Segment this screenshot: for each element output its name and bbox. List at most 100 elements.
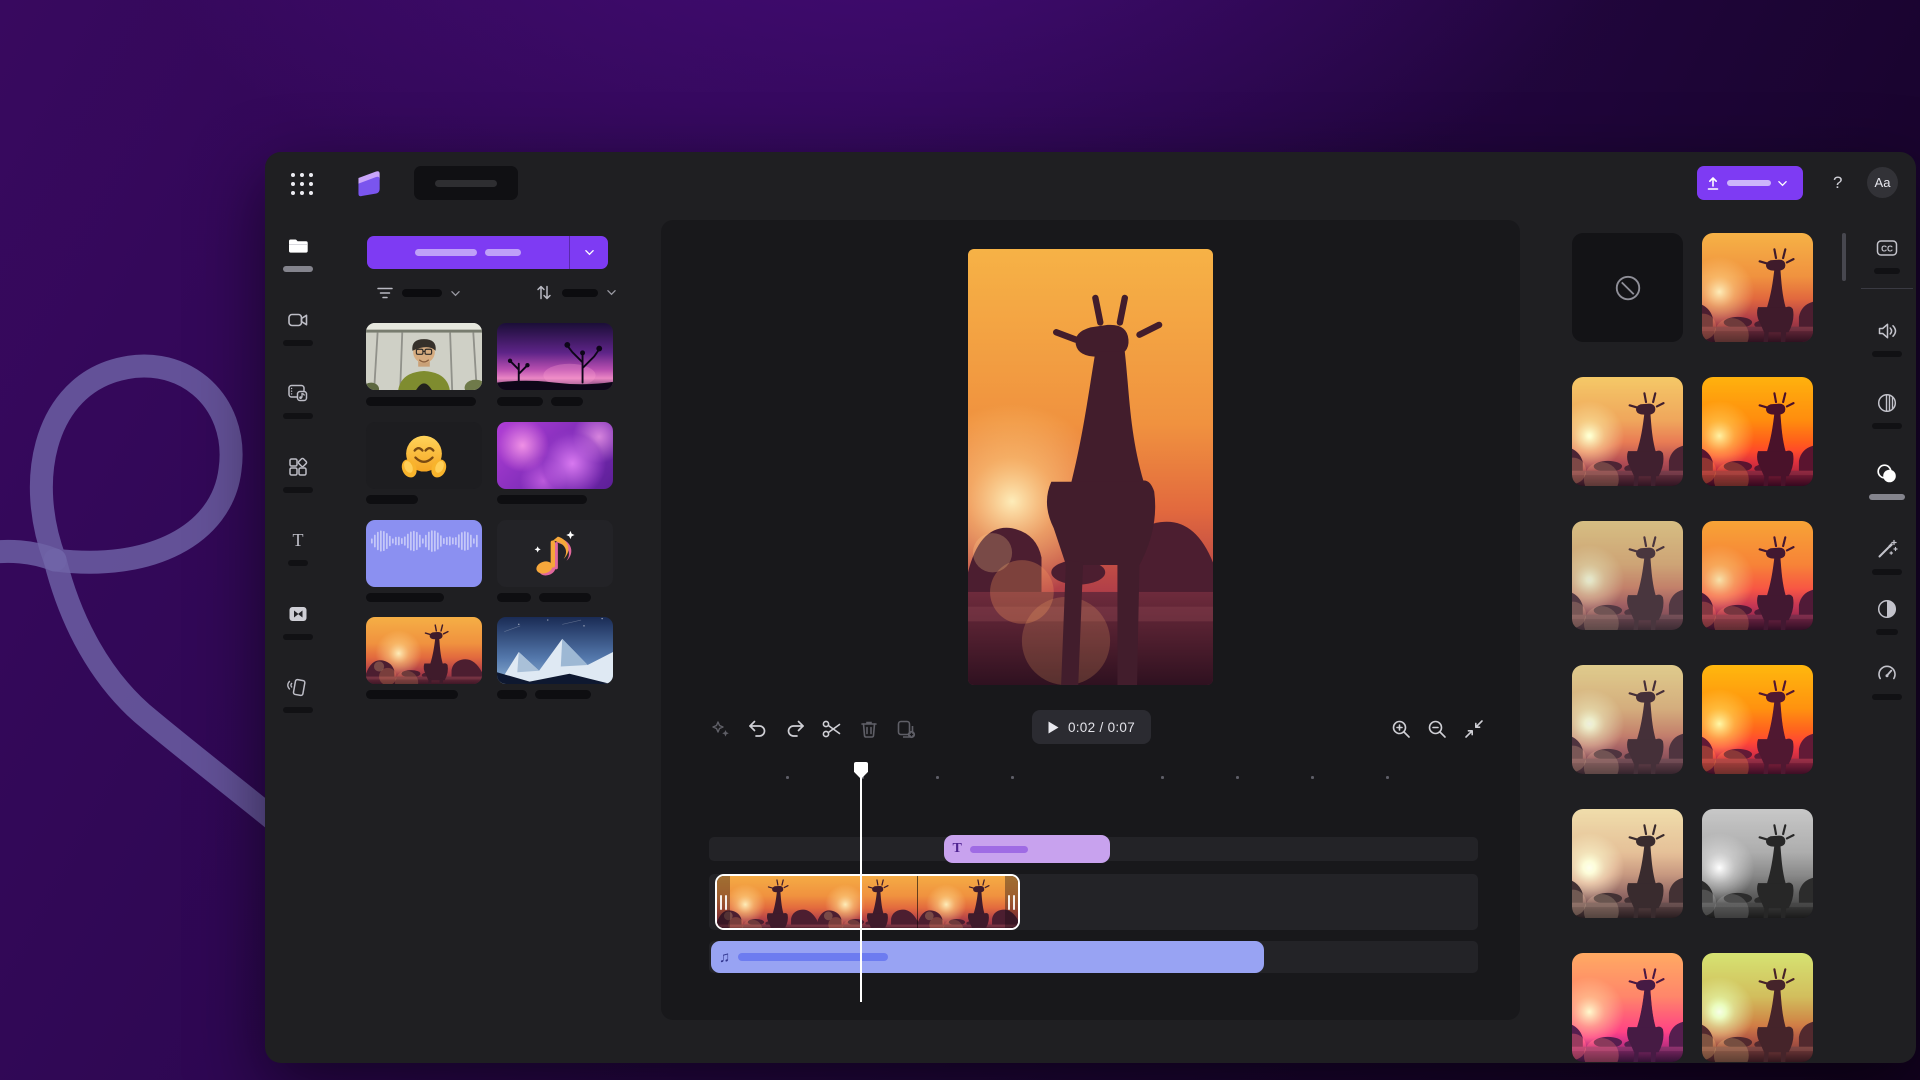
duplicate-icon[interactable]: [894, 717, 918, 741]
filter-option-none[interactable]: [1572, 233, 1683, 342]
playhead-line[interactable]: [860, 765, 862, 1002]
sidebar-item-transitions[interactable]: [266, 602, 330, 640]
rail-item-effects[interactable]: [1855, 537, 1919, 575]
svg-text:CC: CC: [1881, 245, 1893, 254]
chevron-down-icon: [585, 248, 594, 257]
media-item-blue-mountains-clip[interactable]: [497, 617, 613, 684]
filter-option-pale[interactable]: [1572, 665, 1683, 774]
filter-option-cool-bright[interactable]: [1702, 953, 1813, 1062]
filter-option-rich[interactable]: [1702, 521, 1813, 630]
undo-icon[interactable]: [746, 717, 770, 741]
sidebar-label-placeholder: [283, 487, 313, 493]
filter-option-rose[interactable]: [1572, 953, 1683, 1062]
music-note-icon: ♫: [719, 950, 730, 965]
ruler-tick: [1011, 776, 1014, 779]
sidebar-label-placeholder: [288, 560, 308, 566]
ruler-tick: [786, 776, 789, 779]
filter-option-haze[interactable]: [1572, 521, 1683, 630]
sidebar-label-placeholder: [283, 707, 313, 713]
delete-trash-icon[interactable]: [857, 717, 881, 741]
media-item-giraffe-sunset-clip[interactable]: [366, 617, 482, 684]
media-sort-dropdown[interactable]: [535, 284, 616, 301]
speedometer-icon: [1875, 662, 1899, 686]
export-button[interactable]: [1697, 166, 1803, 200]
clipchamp-logo: [355, 168, 382, 197]
rail-item-fade[interactable]: [1855, 391, 1919, 429]
rail-label-placeholder: [1874, 268, 1900, 274]
app-launcher-grid-icon[interactable]: [291, 173, 313, 195]
timeline-ruler[interactable]: 0s 5s 10s: [661, 760, 1520, 782]
media-item-label-placeholder: [366, 690, 458, 699]
media-item-music-note-sticker[interactable]: [497, 520, 613, 587]
rail-item-captions[interactable]: CC: [1855, 236, 1919, 274]
filter-option-soft[interactable]: [1572, 377, 1683, 486]
playback-control[interactable]: 0:02 / 0:07: [1032, 710, 1151, 744]
filter-option-original[interactable]: [1702, 233, 1813, 342]
rail-item-audio[interactable]: [1855, 319, 1919, 357]
sidebar-item-templates[interactable]: [266, 455, 330, 493]
media-item-label-placeholder: [535, 690, 591, 699]
import-media-button[interactable]: [367, 236, 608, 269]
account-avatar[interactable]: Aa: [1867, 167, 1898, 198]
text-clip[interactable]: T: [944, 835, 1111, 863]
filters-scrollbar-thumb[interactable]: [1842, 233, 1846, 281]
media-item-audio-waveform-clip[interactable]: [366, 520, 482, 587]
rail-label-placeholder: [1872, 569, 1902, 575]
sidebar-label-placeholder: [283, 634, 313, 640]
rail-item-adjust-colors[interactable]: [1855, 597, 1919, 635]
audio-clip[interactable]: ♫: [711, 941, 1264, 973]
sidebar-item-your-media[interactable]: [266, 234, 330, 272]
video-preview-canvas[interactable]: [968, 249, 1213, 685]
import-more-button[interactable]: [570, 248, 608, 257]
filter-lines-icon: [377, 286, 393, 300]
rail-label-placeholder: [1869, 494, 1905, 500]
zoom-out-icon[interactable]: [1425, 717, 1449, 741]
sort-value-placeholder: [562, 289, 598, 297]
help-button[interactable]: ?: [1833, 173, 1842, 193]
rail-item-speed[interactable]: [1855, 662, 1919, 700]
trim-handle-left[interactable]: [717, 876, 730, 928]
redo-icon[interactable]: [783, 717, 807, 741]
video-clip-frame: [817, 876, 917, 928]
sidebar-item-brand-kit[interactable]: [266, 675, 330, 713]
cc-icon: CC: [1875, 236, 1899, 260]
effects-sparkle-icon[interactable]: [709, 717, 733, 741]
brand-device-icon: [286, 675, 310, 699]
ruler-tick: [1161, 776, 1164, 779]
split-scissors-icon[interactable]: [820, 717, 844, 741]
trim-handle-right[interactable]: [1005, 876, 1018, 928]
fit-to-screen-icon[interactable]: [1462, 717, 1486, 741]
sidebar-label-placeholder: [283, 340, 313, 346]
sidebar-item-content-library[interactable]: [266, 381, 330, 419]
media-item-purple-dusk-clip[interactable]: [497, 323, 613, 390]
app-window: ? Aa: [265, 152, 1916, 1063]
project-title-field[interactable]: [414, 166, 518, 200]
zoom-in-icon[interactable]: [1389, 717, 1413, 741]
webcam-thumbnail: [366, 323, 482, 390]
media-item-hug-emoji-sticker[interactable]: [366, 422, 482, 489]
sidebar-label-placeholder: [283, 266, 313, 272]
ruler-tick: [1236, 776, 1239, 779]
media-item-webcam-clip[interactable]: [366, 323, 482, 390]
filter-option-warm[interactable]: [1702, 377, 1813, 486]
media-item-label-placeholder: [497, 690, 527, 699]
filter-option-vivid[interactable]: [1702, 665, 1813, 774]
sidebar-item-text[interactable]: T: [266, 528, 330, 566]
video-clip-frame: [918, 876, 1018, 928]
video-clip[interactable]: [715, 874, 1020, 930]
filter-option-black-white[interactable]: [1702, 809, 1813, 918]
media-item-purple-bubbles-clip[interactable]: [497, 422, 613, 489]
playback-time: 0:02 / 0:07: [1068, 720, 1135, 735]
rail-item-filters[interactable]: [1855, 462, 1919, 500]
svg-text:T: T: [293, 530, 304, 550]
audio-clip-label-placeholder: [738, 953, 888, 961]
media-filter-dropdown[interactable]: [377, 286, 460, 300]
no-filter-icon: [1613, 273, 1643, 303]
filter-option-vintage[interactable]: [1572, 809, 1683, 918]
sidebar-item-record-create[interactable]: [266, 308, 330, 346]
ruler-tick: [1311, 776, 1314, 779]
ruler-tick: [1386, 776, 1389, 779]
media-item-label-placeholder: [497, 593, 531, 602]
import-label-placeholder: [485, 249, 521, 256]
rail-label-placeholder: [1872, 694, 1902, 700]
